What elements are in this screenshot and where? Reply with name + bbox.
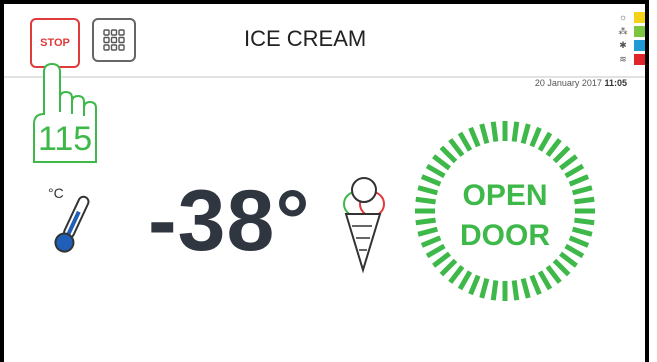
- ring-dash: [537, 131, 553, 152]
- ring-dash: [529, 274, 542, 296]
- ring-dash: [432, 154, 451, 171]
- ring-dash: [511, 280, 520, 301]
- screen-frame: STOP ICE CREAM ☼ ⁂ ✱ ≋ 20 January 2017 1…: [0, 0, 649, 362]
- ring-dash: [564, 163, 585, 179]
- time-text: 11:05: [604, 78, 627, 88]
- ring-dash: [520, 123, 531, 145]
- thermometer-icon: °C: [48, 185, 90, 253]
- ring-dash: [457, 131, 473, 152]
- sun-icon: ☼: [618, 12, 628, 22]
- celsius-unit-glyph: °C: [48, 185, 64, 201]
- ring-dash: [468, 274, 481, 296]
- date-text: 20 January 2017: [534, 78, 602, 88]
- ring-dash: [552, 258, 571, 277]
- ring-dash: [457, 270, 473, 291]
- ring-dash: [520, 277, 531, 299]
- ring-dash: [439, 258, 458, 277]
- heat-icon: ≋: [619, 53, 627, 64]
- ring-dash: [479, 123, 490, 145]
- dots-icon: ⁂: [618, 25, 628, 36]
- page-title: ICE CREAM: [244, 26, 367, 51]
- ring-dash: [552, 145, 571, 164]
- ring-dash: [439, 145, 458, 164]
- stop-button[interactable]: STOP: [30, 18, 80, 68]
- ring-dash: [490, 280, 499, 301]
- door-status-line2: DOOR: [460, 219, 550, 252]
- door-status-line1: OPEN: [462, 179, 548, 212]
- status-row: ⁂: [614, 24, 650, 38]
- ring-dash: [529, 126, 542, 148]
- status-color-yellow: [634, 11, 645, 23]
- status-color-blue: [634, 39, 645, 51]
- door-status-text: OPEN DOOR: [412, 176, 598, 256]
- ring-dash: [490, 121, 499, 142]
- ring-dash: [425, 163, 446, 179]
- grid-icon: [103, 29, 125, 51]
- ring-dash: [448, 138, 465, 157]
- ring-dash: [545, 265, 562, 284]
- touch-counter: 115: [38, 120, 93, 158]
- status-color-green: [634, 25, 645, 37]
- status-row: ≋: [614, 52, 650, 66]
- ring-dash: [479, 277, 490, 299]
- temperature-value: -38°: [148, 173, 311, 269]
- status-indicators: ☼ ⁂ ✱ ≋: [614, 10, 650, 66]
- ring-dash: [559, 154, 578, 171]
- menu-grid-button[interactable]: [92, 18, 136, 62]
- status-row: ✱: [614, 38, 650, 52]
- ring-dash: [468, 126, 481, 148]
- ring-dash: [537, 270, 553, 291]
- status-color-red: [634, 53, 645, 65]
- date-time: 20 January 2017 11:05: [535, 78, 627, 88]
- ice-cream-cone-icon: [343, 177, 385, 274]
- ring-dash: [545, 138, 562, 157]
- ring-dash: [448, 265, 465, 284]
- snowflake-icon: ✱: [619, 39, 627, 50]
- ring-dash: [511, 121, 520, 142]
- status-row: ☼: [614, 10, 650, 24]
